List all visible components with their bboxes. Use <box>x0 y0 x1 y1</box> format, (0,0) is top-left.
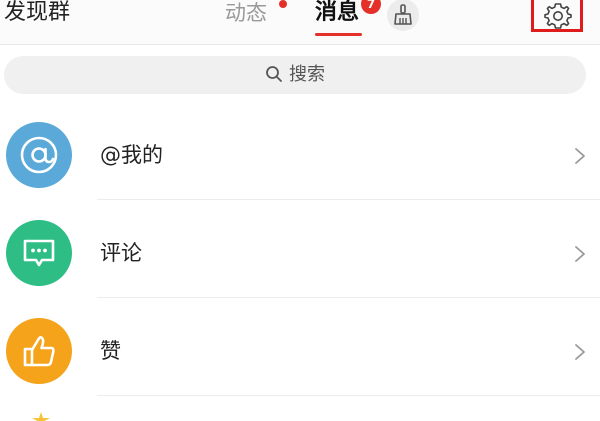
search-bar[interactable]: 搜索 <box>4 56 586 94</box>
search-icon <box>266 66 282 82</box>
row-divider <box>97 395 600 396</box>
chevron-right-icon <box>575 344 585 360</box>
comments-avatar <box>6 220 72 286</box>
likes-avatar <box>6 318 72 384</box>
search-field[interactable]: 搜索 <box>4 56 586 94</box>
list-item-partial[interactable] <box>0 400 600 421</box>
at-icon <box>20 136 58 174</box>
comment-icon <box>23 239 55 267</box>
row-divider <box>97 297 600 298</box>
top-bar: 发现群 动态 消息 7 <box>0 0 600 45</box>
mentions-label: @我的 <box>100 143 163 167</box>
chevron-right-icon <box>575 148 585 164</box>
search-placeholder: 搜索 <box>289 64 325 85</box>
list-item-mentions[interactable]: @我的 <box>0 104 600 200</box>
discover-groups-link[interactable]: 发现群 <box>4 0 70 28</box>
clear-unread-button[interactable] <box>387 0 419 31</box>
gear-icon <box>544 3 572 29</box>
list-item-likes[interactable]: 赞 <box>0 300 600 396</box>
list-item-comments[interactable]: 评论 <box>0 202 600 298</box>
broom-icon <box>394 4 412 25</box>
comments-label: 评论 <box>100 241 142 265</box>
active-tab-indicator <box>315 33 362 36</box>
chevron-right-icon <box>575 246 585 262</box>
likes-label: 赞 <box>100 339 121 363</box>
tab-dynamic-unread-dot <box>279 0 287 8</box>
mentions-avatar <box>6 122 72 188</box>
messages-badge: 7 <box>361 0 381 14</box>
thumbs-up-icon <box>23 336 55 367</box>
row-divider <box>97 199 600 200</box>
tab-dynamic[interactable]: 动态 <box>225 0 267 28</box>
settings-button[interactable] <box>531 0 583 32</box>
tab-messages[interactable]: 消息 <box>315 0 359 28</box>
